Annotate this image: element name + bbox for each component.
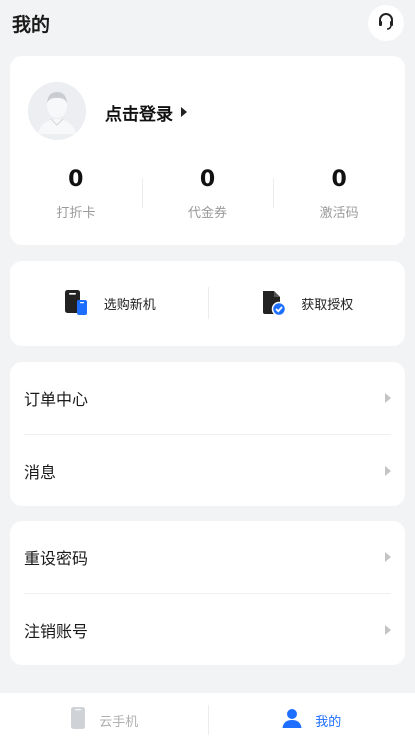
menu-item-delete-account[interactable]: 注销账号: [24, 593, 391, 665]
login-label: 点击登录: [105, 104, 173, 125]
menu-group-primary: 订单中心 消息: [10, 362, 405, 506]
login-link[interactable]: 点击登录: [105, 100, 187, 125]
tab-label: 我的: [315, 714, 342, 730]
headset-icon: [376, 11, 396, 35]
menu-item-messages[interactable]: 消息: [24, 434, 391, 506]
stat-label: 打折卡: [56, 206, 96, 221]
stat-label: 代金券: [188, 206, 228, 221]
quick-action-label: 获取授权: [301, 298, 354, 313]
menu-item-label: 消息: [24, 462, 57, 482]
chevron-right-icon: [385, 466, 391, 476]
stat-value: 0: [331, 167, 347, 192]
stat-activation-code[interactable]: 0 激活码: [273, 164, 405, 224]
default-avatar-icon: [28, 82, 86, 140]
tab-mine[interactable]: 我的: [207, 693, 415, 747]
quick-action-label: 选购新机: [103, 298, 156, 313]
stat-value: 0: [68, 167, 84, 192]
cloud-phone-icon: [69, 706, 87, 734]
menu-item-label: 订单中心: [24, 390, 89, 409]
page-title: 我的: [12, 14, 51, 36]
phone-buy-icon: [62, 288, 90, 320]
menu-item-order-center[interactable]: 订单中心: [10, 362, 405, 434]
stat-value: 0: [199, 167, 216, 192]
buy-new-device-button[interactable]: 选购新机: [10, 261, 208, 346]
stat-discount-card[interactable]: 0 打折卡: [10, 164, 142, 224]
menu-item-label: 重设密码: [24, 549, 89, 568]
chevron-right-icon: [385, 625, 391, 635]
user-icon: [281, 707, 303, 733]
menu-group-account: 重设密码 注销账号: [10, 521, 405, 665]
avatar[interactable]: [28, 82, 86, 140]
stats-row: 0 打折卡 0 代金券 0 激活码: [10, 164, 405, 224]
tab-cloud-phone[interactable]: 云手机: [0, 693, 208, 747]
header: 我的: [0, 0, 415, 50]
chevron-right-icon: [385, 552, 391, 562]
bottom-tab-bar: 云手机 我的: [0, 693, 415, 747]
authorize-document-icon: [259, 288, 287, 320]
menu-item-label: 注销账号: [24, 621, 89, 641]
get-authorization-button[interactable]: 获取授权: [207, 261, 406, 346]
menu-item-reset-password[interactable]: 重设密码: [10, 521, 405, 593]
customer-support-button[interactable]: [368, 5, 404, 41]
profile-card: 点击登录 0 打折卡 0 代金券 0 激活码: [10, 56, 405, 245]
stat-label: 激活码: [319, 206, 359, 221]
chevron-right-icon: [385, 393, 391, 403]
caret-right-icon: [181, 107, 187, 117]
tab-label: 云手机: [99, 714, 139, 730]
stat-voucher[interactable]: 0 代金券: [141, 164, 274, 224]
quick-actions-card: 选购新机 获取授权: [10, 261, 405, 346]
